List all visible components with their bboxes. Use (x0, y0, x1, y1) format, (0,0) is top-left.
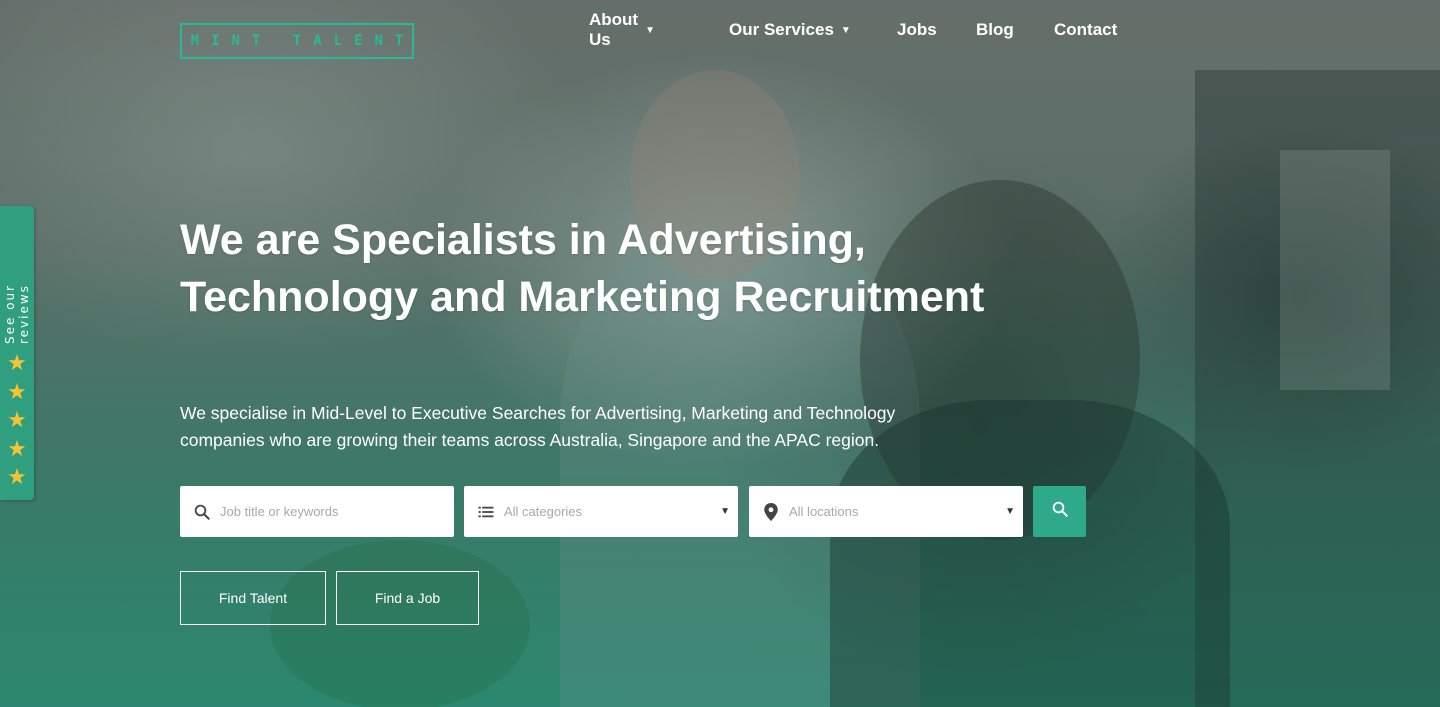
nav-item-jobs[interactable]: Jobs (897, 17, 937, 43)
keywords-field[interactable] (180, 486, 454, 537)
nav-item-our-services[interactable]: Our Services ▼ (729, 17, 851, 43)
logo-text: MINT TALENT (190, 33, 416, 49)
caret-down-icon: ▼ (840, 24, 851, 36)
nav-item-label: Contact (1054, 20, 1118, 39)
find-a-job-button[interactable]: Find a Job (336, 571, 479, 625)
review-stars: ★ ★ ★ ★ ★ (7, 349, 27, 492)
location-pin-icon (761, 502, 781, 522)
star-icon: ★ (7, 464, 27, 489)
list-icon (476, 502, 496, 522)
nav-item-label: Blog (976, 20, 1014, 39)
find-talent-button[interactable]: Find Talent (180, 571, 326, 625)
caret-down-icon: ▼ (1005, 506, 1015, 517)
caret-down-icon: ▼ (645, 24, 655, 36)
search-button[interactable] (1033, 486, 1086, 537)
locations-selected-value: All locations (789, 504, 859, 519)
star-icon: ★ (7, 407, 27, 432)
star-icon: ★ (7, 435, 27, 461)
keywords-input[interactable] (218, 503, 422, 520)
reviews-tab[interactable]: See our reviews ★ ★ ★ ★ ★ (0, 206, 34, 500)
search-icon (1051, 500, 1069, 523)
nav-item-contact[interactable]: Contact (1054, 17, 1117, 43)
nav-item-label: Jobs (897, 20, 937, 39)
reviews-tab-label: See our reviews (3, 283, 31, 344)
locations-select[interactable]: All locations ▼ (749, 486, 1023, 537)
categories-selected-value: All categories (504, 504, 583, 519)
search-icon (192, 502, 212, 522)
categories-select[interactable]: All categories ▼ (464, 486, 738, 537)
star-icon: ★ (7, 378, 27, 404)
hero-section: MINT TALENT About Us ▼ Our Services ▼ Jo… (0, 0, 1440, 707)
hero-headline: We are Specialists in Advertising, Techn… (180, 216, 985, 321)
nav-item-label: About Us (589, 10, 639, 49)
hero-subtext: We specialise in Mid-Level to Executive … (180, 403, 896, 450)
site-logo[interactable]: MINT TALENT (180, 23, 414, 59)
nav-item-label: Our Services (729, 20, 834, 39)
caret-down-icon: ▼ (720, 506, 730, 517)
nav-item-blog[interactable]: Blog (976, 17, 1014, 43)
star-icon: ★ (7, 350, 27, 375)
nav-item-about-us[interactable]: About Us ▼ (589, 10, 655, 49)
